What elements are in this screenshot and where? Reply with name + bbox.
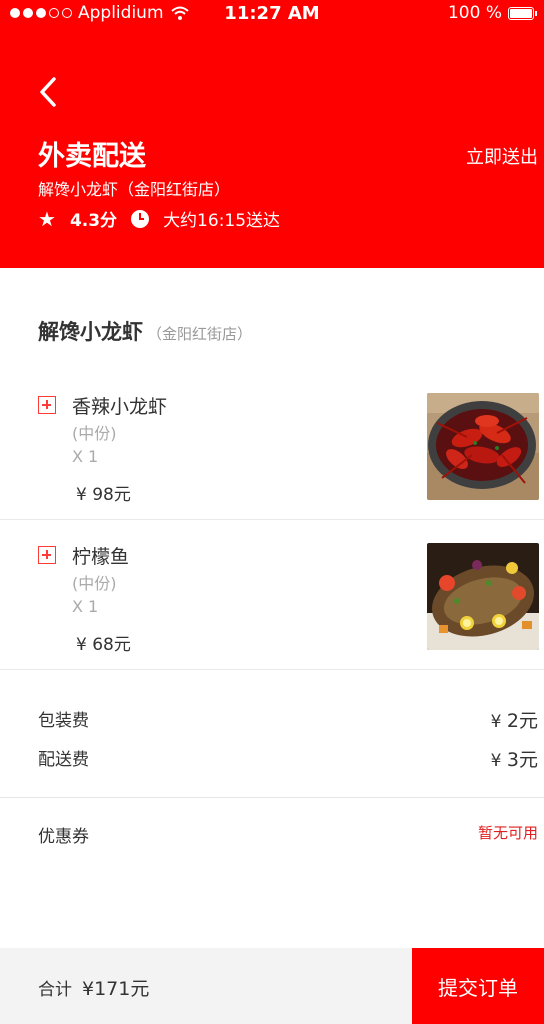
item-price: ¥ 98元 [76,485,131,505]
packaging-fee-amount: 2元 [506,710,538,732]
delivery-option-button[interactable]: 立即送出 [466,143,538,169]
order-item: 香辣小龙虾 (中份) X 1 ¥ 98元 [0,380,544,520]
star-icon: ★ [38,206,56,231]
header: Applidium 11:27 AM 100 % 外卖配送 立即送出 解馋小龙虾… [0,0,544,268]
item-name: 香辣小龙虾 [72,396,168,418]
item-quantity: X 1 [72,597,99,616]
item-quantity: X 1 [72,447,99,466]
delivery-fee-currency: ¥ [490,751,502,771]
clock-icon [131,209,150,228]
delivery-eta: 大约16:15送达 [163,211,281,231]
shop-rating: 4.3分 [69,211,118,231]
packaging-fee-label: 包装费 [38,711,89,731]
status-bar: Applidium 11:27 AM 100 % [0,0,544,28]
order-total: 合计 ¥171元 [38,974,149,1001]
shop-name: 解馋小龙虾 （金阳红街店） [38,316,252,346]
coupon-label: 优惠券 [38,827,89,847]
divider [0,797,544,798]
battery-percent: 100 % [447,3,502,23]
delivery-fee-label: 配送费 [38,750,89,770]
battery-icon [508,6,537,20]
item-spec: (中份) [72,574,117,593]
shop-name-text: 解馋小龙虾 [38,320,143,344]
item-spec: (中份) [72,424,117,443]
add-item-icon[interactable] [38,546,56,564]
crayfish-image [427,393,539,500]
packaging-fee-value: ¥ 2元 [491,706,538,733]
order-item: 柠檬鱼 (中份) X 1 ¥ 68元 [0,520,544,670]
order-footer: 合计 ¥171元 提交订单 [0,948,544,1024]
back-arrow-icon[interactable] [34,74,64,110]
total-label: 合计 [38,980,72,1000]
delivery-fee-amount: 3元 [506,749,538,771]
page-title: 外卖配送 [38,141,146,172]
lemon-fish-image [427,543,539,650]
delivery-fee-value: ¥ 3元 [491,745,538,772]
coupon-status[interactable]: 暂无可用 [478,822,538,843]
shop-full-name: 解馋小龙虾（金阳红街店） [38,180,231,199]
packaging-fee-currency: ¥ [490,712,502,732]
total-amount: ¥171元 [82,978,150,1000]
shop-branch: （金阳红街店） [147,325,253,343]
shop-meta: ★ 4.3分 大约16:15送达 [38,206,281,232]
add-item-icon[interactable] [38,396,56,414]
item-price: ¥ 68元 [76,635,131,655]
item-name: 柠檬鱼 [72,546,130,568]
submit-order-button[interactable]: 提交订单 [412,948,544,1024]
